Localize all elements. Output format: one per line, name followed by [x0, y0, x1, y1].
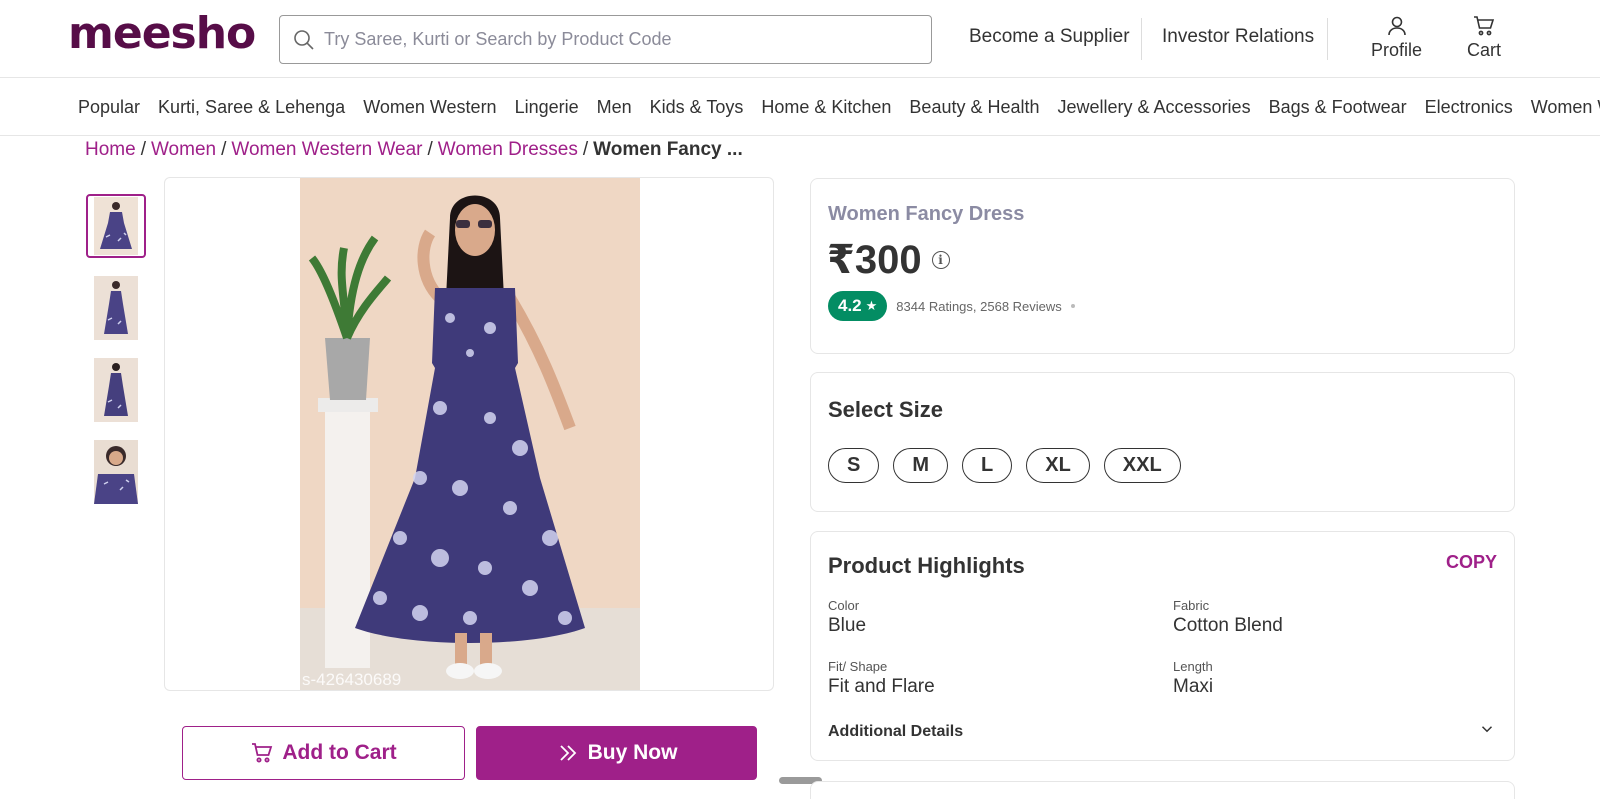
thumbnail-3[interactable]: [86, 358, 146, 422]
add-to-cart-button[interactable]: Add to Cart: [182, 726, 465, 780]
size-chip-xl[interactable]: XL: [1026, 448, 1090, 483]
ratings-reviews-count[interactable]: 8344 Ratings, 2568 Reviews: [896, 299, 1062, 314]
product-photo: [300, 178, 640, 690]
product-highlights-title: Product Highlights: [828, 553, 1025, 578]
thumbnail-2[interactable]: [86, 276, 146, 340]
attribute-fit-shape: Fit/ Shape Fit and Flare: [828, 659, 935, 698]
add-to-cart-label: Add to Cart: [282, 741, 397, 764]
attribute-length: Length Maxi: [1173, 659, 1213, 698]
product-summary-card: Women Fancy Dress ₹300 i 4.2 ★ 8344 Rati…: [810, 178, 1515, 354]
breadcrumb-women-western-wear[interactable]: Women Western Wear: [231, 139, 422, 160]
star-icon: ★: [865, 298, 878, 313]
thumbnail-image: [94, 358, 138, 422]
breadcrumb-separator: /: [140, 139, 146, 160]
double-chevron-right-icon: [559, 745, 576, 761]
attribute-label: Fit/ Shape: [828, 659, 888, 674]
cart-label: Cart: [1467, 40, 1502, 60]
product-code-watermark: s-426430689: [302, 670, 402, 689]
attribute-label: Fabric: [1173, 598, 1210, 613]
investor-relations-link[interactable]: Investor Relations: [1162, 26, 1314, 48]
cart-icon: [1474, 16, 1495, 36]
cart-button[interactable]: Cart: [1467, 14, 1501, 61]
header-divider: [1327, 18, 1328, 60]
next-section-card: [810, 781, 1515, 799]
cart-icon: [252, 743, 273, 763]
breadcrumb-current: Women Fancy ...: [593, 139, 743, 160]
category-home-kitchen[interactable]: Home & Kitchen: [761, 97, 891, 118]
breadcrumb-women[interactable]: Women: [151, 139, 216, 160]
search-bar[interactable]: [279, 15, 932, 64]
size-chip-xxl[interactable]: XXL: [1103, 448, 1181, 483]
breadcrumb-separator: /: [427, 139, 433, 160]
thumbnail-image: [94, 197, 138, 255]
attribute-color: Color Blue: [828, 598, 866, 637]
breadcrumb-separator: /: [221, 139, 227, 160]
select-size-title: Select Size: [828, 397, 943, 422]
category-nav: Popular Kurti, Saree & Lehenga Women Wes…: [0, 79, 1600, 136]
attribute-value: Cotton Blend: [1173, 615, 1283, 636]
header-divider: [1141, 18, 1142, 60]
breadcrumb-home[interactable]: Home: [85, 139, 136, 160]
attribute-value: Blue: [828, 615, 867, 636]
breadcrumb-separator: /: [582, 139, 589, 160]
category-lingerie[interactable]: Lingerie: [515, 97, 579, 118]
copy-button[interactable]: COPY: [1446, 552, 1497, 573]
breadcrumb-women-dresses[interactable]: Women Dresses: [438, 139, 578, 160]
profile-icon: [1387, 16, 1406, 36]
size-selector-card: Select Size S M L XL XXL: [810, 372, 1515, 512]
thumbnail-1[interactable]: [86, 194, 146, 258]
main-product-image[interactable]: s-426430689: [164, 177, 774, 691]
thumbnail-image: [94, 440, 138, 504]
size-chip-l[interactable]: L: [962, 448, 1013, 483]
product-price-row: ₹300 i: [827, 237, 950, 283]
category-jewellery-accessories[interactable]: Jewellery & Accessories: [1058, 97, 1251, 118]
category-kurti-saree-lehenga[interactable]: Kurti, Saree & Lehenga: [158, 97, 345, 118]
category-kids-toys[interactable]: Kids & Toys: [650, 97, 744, 118]
attribute-label: Length: [1173, 659, 1213, 674]
attribute-fabric: Fabric Cotton Blend: [1173, 598, 1283, 637]
size-chip-m[interactable]: M: [893, 448, 949, 483]
category-beauty-health[interactable]: Beauty & Health: [909, 97, 1039, 118]
category-bags-footwear[interactable]: Bags & Footwear: [1269, 97, 1407, 118]
rating-row: 4.2 ★ 8344 Ratings, 2568 Reviews: [828, 291, 1075, 321]
meesho-logo[interactable]: meesho: [68, 8, 256, 59]
category-women-western[interactable]: Women Western: [1531, 97, 1600, 118]
dot-separator: [1070, 304, 1075, 308]
size-chip-s[interactable]: S: [828, 448, 880, 483]
product-page: meesho Become a Supplier Investor Relati…: [0, 0, 1600, 799]
thumbnail-image: [94, 276, 138, 340]
category-women-western[interactable]: Women Western: [363, 97, 496, 118]
buy-now-label: Buy Now: [587, 741, 678, 764]
search-icon: [294, 29, 314, 50]
size-options: S M L XL XXL: [828, 448, 1195, 483]
rating-badge: 4.2 ★: [828, 291, 888, 321]
attribute-value: Fit and Flare: [828, 676, 935, 697]
product-highlights-card: Product Highlights COPY Color Blue Fabri…: [810, 531, 1515, 761]
profile-label: Profile: [1371, 40, 1423, 60]
top-header: meesho Become a Supplier Investor Relati…: [0, 0, 1600, 78]
category-popular[interactable]: Popular: [78, 97, 140, 118]
attribute-label: Color: [828, 598, 860, 613]
additional-details-toggle[interactable]: Additional Details: [828, 723, 963, 741]
category-electronics[interactable]: Electronics: [1425, 97, 1513, 118]
chevron-down-icon[interactable]: [1478, 720, 1496, 738]
rating-value: 4.2: [838, 296, 862, 315]
profile-button[interactable]: Profile: [1371, 14, 1422, 61]
breadcrumb: Home / Women / Women Western Wear / Women Dres…: [85, 139, 743, 161]
attribute-value: Maxi: [1173, 676, 1214, 697]
search-input[interactable]: [324, 29, 904, 50]
product-name: Women Fancy Dress: [828, 203, 1025, 225]
product-price: ₹300: [827, 238, 922, 282]
buy-now-button[interactable]: Buy Now: [476, 726, 757, 780]
become-supplier-link[interactable]: Become a Supplier: [969, 26, 1130, 48]
category-men[interactable]: Men: [597, 97, 632, 118]
thumbnail-4[interactable]: [86, 440, 146, 504]
info-icon[interactable]: i: [931, 251, 950, 269]
